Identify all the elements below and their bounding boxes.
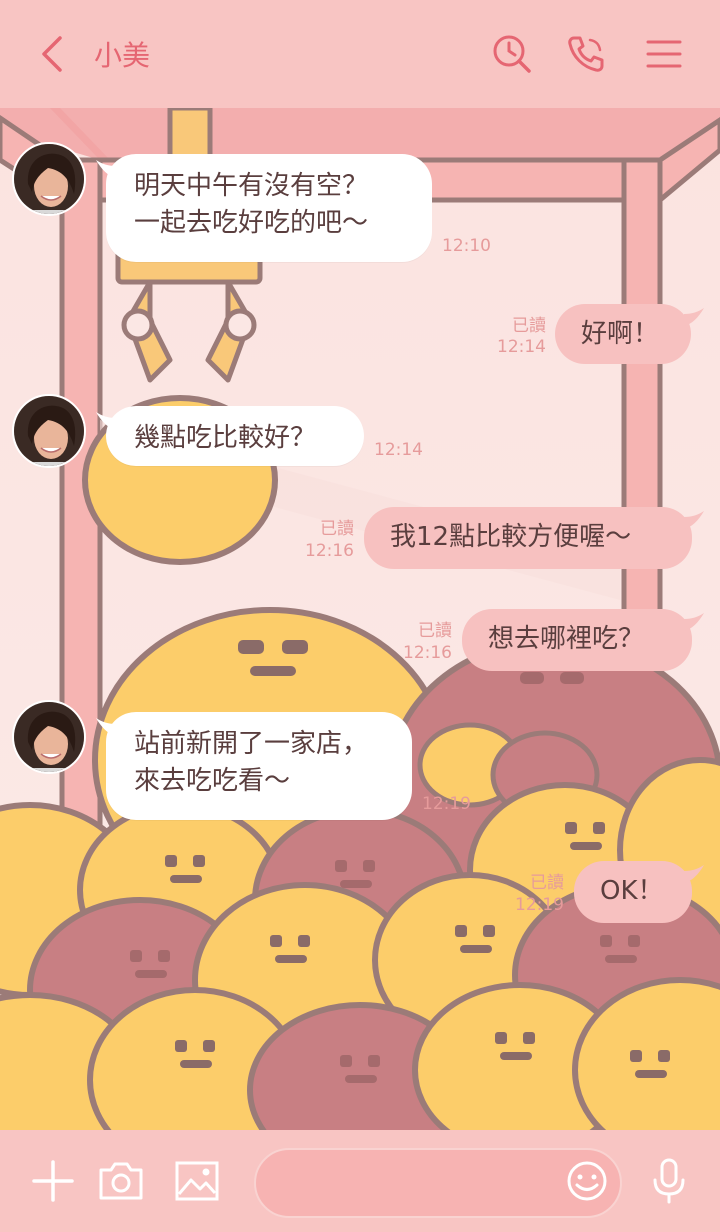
bubble-tail	[684, 613, 704, 631]
search-clock-icon[interactable]	[490, 32, 534, 76]
message-bubble-outgoing[interactable]: 好啊！	[555, 304, 691, 364]
read-receipt: 已讀	[320, 519, 354, 539]
message-bubble-outgoing[interactable]: OK！	[574, 861, 692, 923]
message-time: 12:16	[403, 643, 452, 663]
bubble-tail	[684, 865, 704, 883]
message-bubble-incoming[interactable]: 幾點吃比較好？	[106, 406, 364, 466]
contact-avatar[interactable]	[12, 700, 86, 774]
back-chevron-icon[interactable]	[34, 32, 74, 76]
message-time: 12:19	[515, 895, 564, 915]
chat-title: 小美	[94, 39, 151, 72]
read-receipt: 已讀	[418, 621, 452, 641]
chat-input-bar	[0, 1130, 720, 1232]
message-bubble-outgoing[interactable]: 想去哪裡吃？	[462, 609, 692, 671]
phone-icon[interactable]	[564, 32, 608, 76]
microphone-icon[interactable]	[644, 1156, 694, 1206]
message-time: 12:16	[305, 541, 354, 561]
camera-icon[interactable]	[96, 1156, 146, 1206]
read-receipt: 已讀	[530, 873, 564, 893]
bubble-tail	[684, 308, 704, 326]
message-bubble-incoming[interactable]: 站前新開了一家店， 來去吃吃看～	[106, 712, 412, 820]
message-bubble-outgoing[interactable]: 我12點比較方便喔～	[364, 507, 692, 569]
contact-avatar[interactable]	[12, 394, 86, 468]
message-time: 12:14	[374, 440, 423, 460]
chat-header: 小美	[0, 0, 720, 108]
menu-icon[interactable]	[642, 32, 686, 76]
emoji-icon[interactable]	[562, 1156, 612, 1206]
message-time: 12:19	[422, 794, 471, 814]
message-time: 12:10	[442, 236, 491, 256]
image-icon[interactable]	[172, 1156, 222, 1206]
message-time: 12:14	[497, 337, 546, 357]
plus-icon[interactable]	[28, 1156, 78, 1206]
message-bubble-incoming[interactable]: 明天中午有沒有空？ 一起去吃好吃的吧～	[106, 154, 432, 262]
read-receipt: 已讀	[512, 316, 546, 336]
bubble-tail	[684, 511, 704, 529]
contact-avatar[interactable]	[12, 142, 86, 216]
